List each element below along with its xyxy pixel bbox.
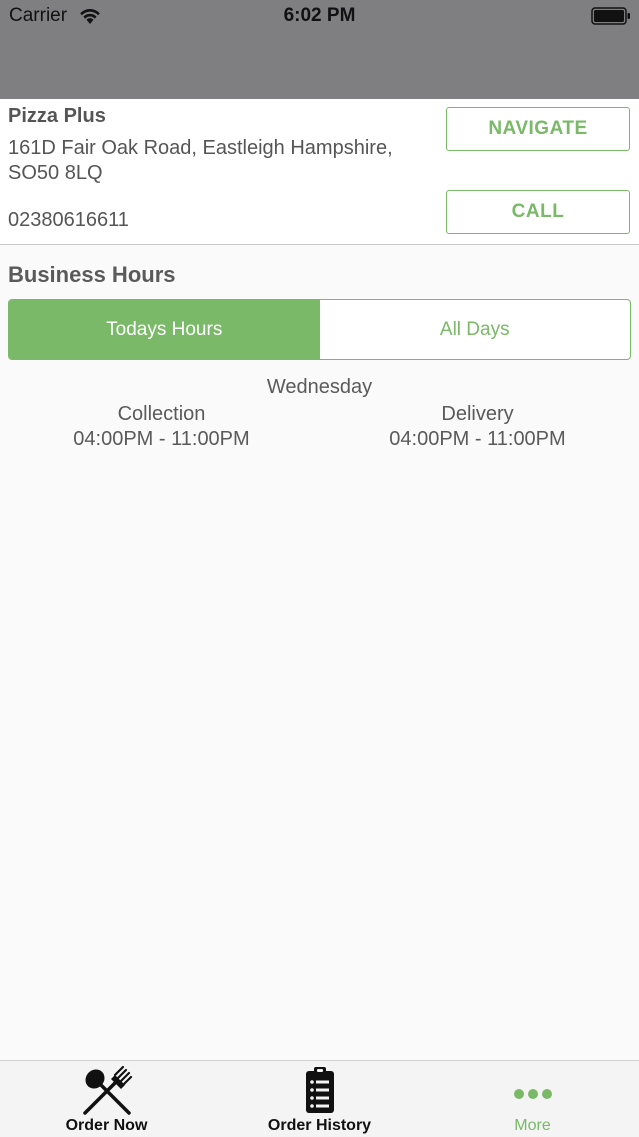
tab-order-history[interactable]: Order History (213, 1061, 426, 1137)
segment-todays-hours[interactable]: Todays Hours (9, 300, 320, 359)
collection-hours: 04:00PM - 11:00PM (73, 428, 250, 450)
navigate-button[interactable]: NAVIGATE (446, 107, 630, 151)
tab-label-order-now: Order Now (65, 1117, 148, 1134)
segment-all-days[interactable]: All Days (320, 300, 631, 359)
delivery-label: Delivery (441, 403, 514, 425)
tab-bar: Order Now Order History More (0, 1060, 639, 1137)
status-bar: Carrier 6:02 PM (0, 0, 639, 99)
tab-more[interactable]: More (426, 1061, 639, 1137)
tab-label-order-history: Order History (267, 1117, 372, 1134)
tab-label-more: More (514, 1117, 551, 1134)
tab-order-now[interactable]: Order Now (0, 1061, 213, 1137)
battery-icon (591, 7, 630, 25)
business-hours-title: Business Hours (8, 262, 176, 287)
hours-segmented-control: Todays Hours All Days (8, 299, 631, 360)
store-name: Pizza Plus (8, 105, 106, 127)
call-button[interactable]: CALL (446, 190, 630, 234)
more-dots-icon (513, 1089, 552, 1099)
store-info-card: Pizza Plus 161D Fair Oak Road, Eastleigh… (0, 99, 639, 245)
fork-spoon-icon (82, 1065, 132, 1115)
store-address: 161D Fair Oak Road, Eastleigh Hampshire,… (8, 137, 393, 184)
delivery-hours-block: Delivery 04:00PM - 11:00PM (318, 402, 637, 452)
clipboard-list-icon (305, 1067, 334, 1113)
day-label: Wednesday (266, 376, 373, 398)
store-phone[interactable]: 02380616611 (8, 209, 129, 232)
clock-time: 6:02 PM (283, 5, 356, 26)
delivery-hours: 04:00PM - 11:00PM (389, 428, 566, 450)
collection-label: Collection (117, 403, 206, 425)
collection-hours-block: Collection 04:00PM - 11:00PM (2, 402, 321, 452)
